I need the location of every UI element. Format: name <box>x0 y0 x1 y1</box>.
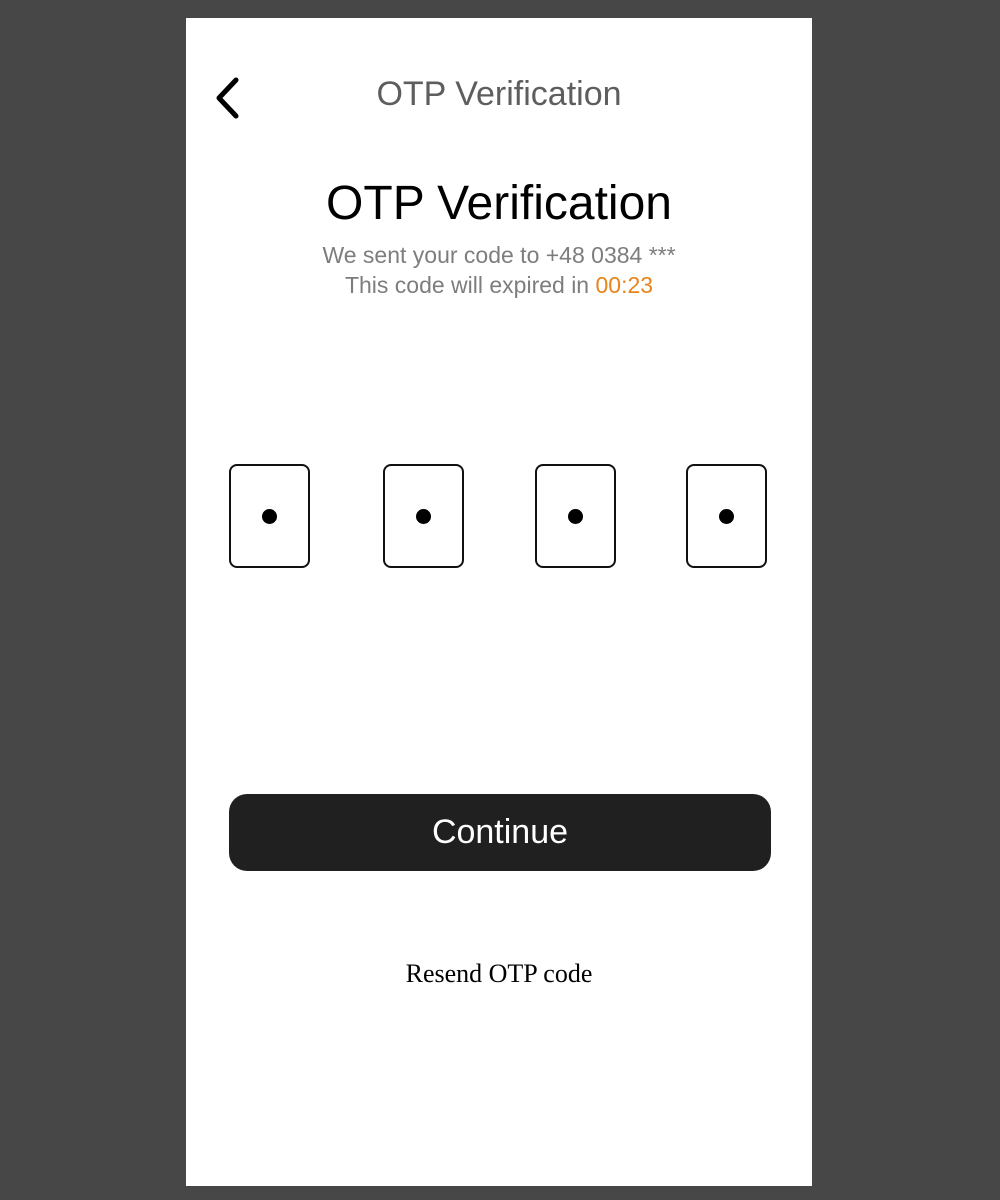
header-title: OTP Verification <box>376 75 622 113</box>
otp-digit-2[interactable] <box>383 464 464 568</box>
resend-otp-link[interactable]: Resend OTP code <box>186 956 812 992</box>
code-sent-text: We sent your code to +48 0384 *** <box>322 242 676 268</box>
page-title: OTP Verification <box>326 177 672 230</box>
masked-digit-dot <box>568 508 583 524</box>
otp-digit-4[interactable] <box>686 464 767 568</box>
masked-digit-dot <box>416 508 431 524</box>
continue-button[interactable]: Continue <box>229 794 771 871</box>
masked-digit-dot <box>262 508 277 524</box>
masked-digit-dot <box>719 508 734 524</box>
otp-digit-3[interactable] <box>535 464 616 568</box>
countdown-timer: 00:23 <box>595 272 654 298</box>
otp-digit-1[interactable] <box>229 464 310 568</box>
expiry-text: This code will expired in 00:23 <box>186 270 812 300</box>
otp-screen: OTP Verification OTP Verification We sen… <box>186 18 812 1186</box>
expiry-label: This code will expired in <box>344 272 596 298</box>
